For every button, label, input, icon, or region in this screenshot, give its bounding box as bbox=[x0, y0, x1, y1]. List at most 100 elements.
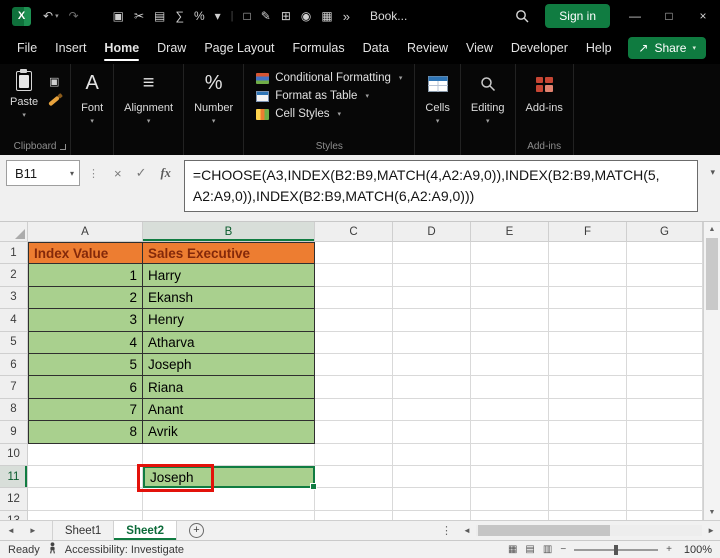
cell-B8[interactable]: Anant bbox=[143, 398, 315, 422]
fill-handle[interactable] bbox=[310, 483, 317, 491]
toolbar-overflow-icon[interactable]: » bbox=[343, 9, 350, 24]
cell-B5[interactable]: Atharva bbox=[143, 331, 315, 354]
cell-E7[interactable] bbox=[471, 376, 549, 399]
cell-F8[interactable] bbox=[549, 398, 627, 422]
new-file-icon[interactable]: □ bbox=[244, 9, 251, 23]
cell-F6[interactable] bbox=[549, 353, 627, 377]
cell-G13[interactable] bbox=[627, 510, 703, 520]
cell-B7[interactable]: Riana bbox=[143, 376, 315, 399]
cell-B11[interactable]: Joseph bbox=[137, 463, 317, 492]
row-header-6[interactable]: 6 bbox=[0, 353, 28, 377]
cell-D3[interactable] bbox=[393, 286, 471, 310]
cell-A10[interactable] bbox=[28, 443, 143, 466]
alignment-group[interactable]: ≡ Alignment ▾ bbox=[114, 64, 185, 155]
row-header-11[interactable]: 11 bbox=[0, 465, 28, 489]
normal-view-icon[interactable]: ▦ bbox=[508, 544, 517, 555]
scroll-up-icon[interactable]: ▲ bbox=[704, 222, 720, 237]
editing-group[interactable]: Editing ▾ bbox=[461, 64, 516, 155]
cell-F4[interactable] bbox=[549, 309, 627, 332]
page-break-preview-icon[interactable]: ▥ bbox=[543, 544, 552, 555]
row-header-10[interactable]: 10 bbox=[0, 443, 28, 466]
cell-B10[interactable] bbox=[143, 443, 315, 466]
column-header-C[interactable]: C bbox=[315, 222, 393, 242]
cell-B9[interactable]: Avrik bbox=[143, 421, 315, 444]
column-header-E[interactable]: E bbox=[471, 222, 549, 242]
cell-C8[interactable] bbox=[315, 398, 393, 422]
tab-formulas[interactable]: Formulas bbox=[284, 32, 354, 64]
redo-icon[interactable]: ↷ bbox=[69, 9, 79, 23]
cell-E1[interactable] bbox=[471, 242, 549, 265]
cell-C2[interactable] bbox=[315, 264, 393, 287]
format-as-table-button[interactable]: Format as Table ▾ bbox=[254, 87, 404, 105]
cell-G9[interactable] bbox=[627, 421, 703, 444]
cell-G2[interactable] bbox=[627, 264, 703, 287]
spreadsheet[interactable]: A B C D E F G 1 Index Value Sales Executive 2 1 Harr… bbox=[0, 222, 703, 520]
cell-F13[interactable] bbox=[549, 510, 627, 520]
percent-style-icon[interactable]: % bbox=[194, 9, 205, 23]
conditional-formatting-button[interactable]: Conditional Formatting ▾ bbox=[254, 69, 404, 87]
cell-F10[interactable] bbox=[549, 443, 627, 466]
cell-B12[interactable] bbox=[143, 488, 315, 511]
cell-E11[interactable] bbox=[471, 465, 549, 489]
cell-C5[interactable] bbox=[315, 331, 393, 354]
font-group[interactable]: A Font ▾ bbox=[71, 64, 115, 155]
cell-A6[interactable]: 5 bbox=[28, 353, 143, 377]
row-header-8[interactable]: 8 bbox=[0, 398, 28, 422]
cell-A2[interactable]: 1 bbox=[28, 264, 143, 287]
cell-C3[interactable] bbox=[315, 286, 393, 310]
cell-E4[interactable] bbox=[471, 309, 549, 332]
cell-A4[interactable]: 3 bbox=[28, 309, 143, 332]
cell-G4[interactable] bbox=[627, 309, 703, 332]
copy-icon[interactable]: ▣ bbox=[113, 9, 124, 23]
accessibility-status[interactable]: Accessibility: Investigate bbox=[65, 544, 184, 556]
cell-C6[interactable] bbox=[315, 353, 393, 377]
vertical-scrollbar[interactable]: ▲ ▼ bbox=[703, 222, 720, 520]
cell-F12[interactable] bbox=[549, 488, 627, 511]
cell-F3[interactable] bbox=[549, 286, 627, 310]
cell-C10[interactable] bbox=[315, 443, 393, 466]
cell-C4[interactable] bbox=[315, 309, 393, 332]
column-header-F[interactable]: F bbox=[549, 222, 627, 242]
cell-E8[interactable] bbox=[471, 398, 549, 422]
cancel-icon[interactable]: × bbox=[107, 166, 129, 181]
tab-file[interactable]: File bbox=[8, 32, 46, 64]
cell-E12[interactable] bbox=[471, 488, 549, 511]
new-sheet-button[interactable]: + bbox=[189, 523, 205, 538]
cell-C11[interactable] bbox=[315, 465, 393, 489]
row-header-2[interactable]: 2 bbox=[0, 264, 28, 287]
row-header-4[interactable]: 4 bbox=[0, 309, 28, 332]
cell-D2[interactable] bbox=[393, 264, 471, 287]
tab-review[interactable]: Review bbox=[398, 32, 457, 64]
minimize-button[interactable]: — bbox=[618, 9, 652, 23]
cell-B4[interactable]: Henry bbox=[143, 309, 315, 332]
sheet-tab-sheet2[interactable]: Sheet2 bbox=[114, 521, 178, 540]
cell-D6[interactable] bbox=[393, 353, 471, 377]
tab-insert[interactable]: Insert bbox=[46, 32, 95, 64]
formula-bar-expand-icon[interactable]: ▾ bbox=[710, 167, 715, 178]
cell-C1[interactable] bbox=[315, 242, 393, 265]
merge-icon[interactable]: ⊞ bbox=[281, 9, 291, 23]
cell-B1[interactable]: Sales Executive bbox=[143, 242, 315, 265]
cell-A7[interactable]: 6 bbox=[28, 376, 143, 399]
cell-A5[interactable]: 4 bbox=[28, 331, 143, 354]
cell-E2[interactable] bbox=[471, 264, 549, 287]
cell-B6[interactable]: Joseph bbox=[143, 353, 315, 377]
sheet-tab-sheet1[interactable]: Sheet1 bbox=[51, 521, 115, 540]
undo-icon[interactable]: ↶ ▾ bbox=[43, 9, 59, 23]
select-all-button[interactable] bbox=[0, 222, 28, 242]
format-painter-icon[interactable] bbox=[48, 95, 61, 107]
pen-icon[interactable]: ✎ bbox=[261, 9, 271, 23]
add-ins-group[interactable]: Add-ins Add-ins bbox=[516, 64, 574, 155]
cell-D10[interactable] bbox=[393, 443, 471, 466]
cell-F5[interactable] bbox=[549, 331, 627, 354]
zoom-out-button[interactable]: − bbox=[560, 544, 566, 555]
tab-page-layout[interactable]: Page Layout bbox=[195, 32, 283, 64]
cell-B2[interactable]: Harry bbox=[143, 264, 315, 287]
cell-G10[interactable] bbox=[627, 443, 703, 466]
cell-F11[interactable] bbox=[549, 465, 627, 489]
cell-G11[interactable] bbox=[627, 465, 703, 489]
row-header-3[interactable]: 3 bbox=[0, 286, 28, 310]
sheet-bar-grip-icon[interactable]: ⋮ bbox=[435, 524, 458, 537]
cell-D11[interactable] bbox=[393, 465, 471, 489]
cell-A11[interactable] bbox=[28, 465, 143, 489]
